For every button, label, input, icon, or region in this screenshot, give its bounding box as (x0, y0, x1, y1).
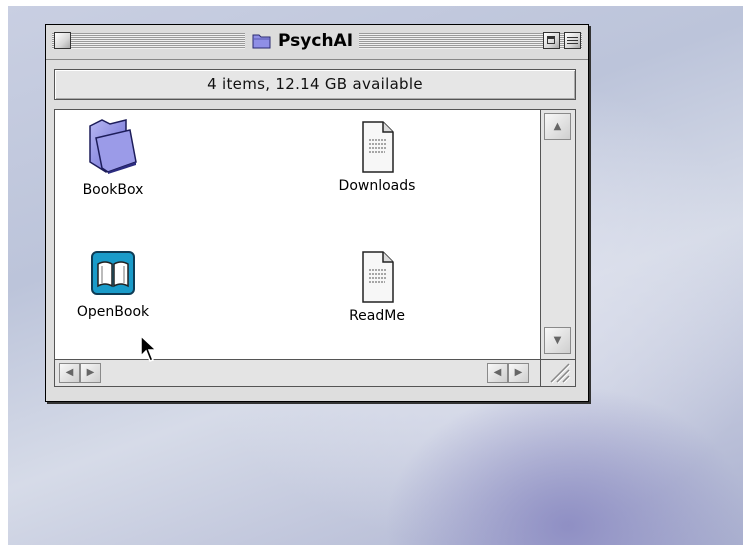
scroll-down-button[interactable]: ▼ (544, 327, 571, 354)
up-arrow-icon: ▲ (553, 120, 562, 132)
title-bar[interactable]: PsychAI (46, 25, 588, 60)
right-arrow-icon: ▶ (514, 367, 523, 378)
left-arrow-icon: ◀ (493, 367, 502, 378)
file-list[interactable]: BookBox Downloads OpenBook ReadMe (54, 109, 541, 360)
scroll-left-button-right-group[interactable]: ◀ (487, 363, 508, 383)
close-box[interactable] (54, 32, 71, 49)
vertical-scrollbar[interactable]: ▲ ▼ (541, 109, 576, 360)
collapse-box[interactable] (564, 32, 581, 49)
item-label: BookBox (82, 182, 144, 198)
right-arrow-icon: ▶ (86, 367, 95, 378)
mouse-pointer-icon (140, 334, 158, 362)
resize-grip-icon (550, 363, 571, 384)
left-arrow-icon: ◀ (65, 367, 74, 378)
resize-grip[interactable] (541, 360, 576, 387)
collapse-icon (567, 37, 578, 38)
document-icon (362, 251, 394, 303)
item-openbook[interactable]: OpenBook (58, 250, 168, 320)
item-label: Downloads (338, 178, 416, 194)
item-label: OpenBook (76, 304, 150, 320)
open-book-app-icon (91, 251, 135, 295)
window-info-bar: 4 items, 12.14 GB available (54, 69, 576, 100)
item-readme[interactable]: ReadMe (322, 250, 432, 324)
item-downloads[interactable]: Downloads (322, 120, 432, 194)
item-label: ReadMe (349, 308, 405, 324)
item-bookbox[interactable]: BookBox (58, 116, 168, 198)
scroll-up-button[interactable]: ▲ (544, 113, 571, 140)
folder-icon (89, 119, 137, 174)
zoom-icon (547, 36, 555, 44)
scroll-left-button[interactable]: ◀ (59, 363, 80, 383)
folder-icon (252, 34, 271, 49)
window-title-text: PsychAI (278, 31, 354, 51)
finder-window[interactable]: PsychAI 4 items, 12.14 GB available Book… (45, 24, 589, 402)
horizontal-scrollbar[interactable]: ◀ ▶ ◀ ▶ (54, 360, 541, 387)
scroll-right-button[interactable]: ▶ (508, 363, 529, 383)
zoom-box[interactable] (543, 32, 560, 49)
down-arrow-icon: ▼ (553, 334, 562, 346)
scroll-right-button-left-group[interactable]: ▶ (80, 363, 101, 383)
window-title: PsychAI (245, 28, 360, 54)
document-icon (362, 121, 394, 173)
